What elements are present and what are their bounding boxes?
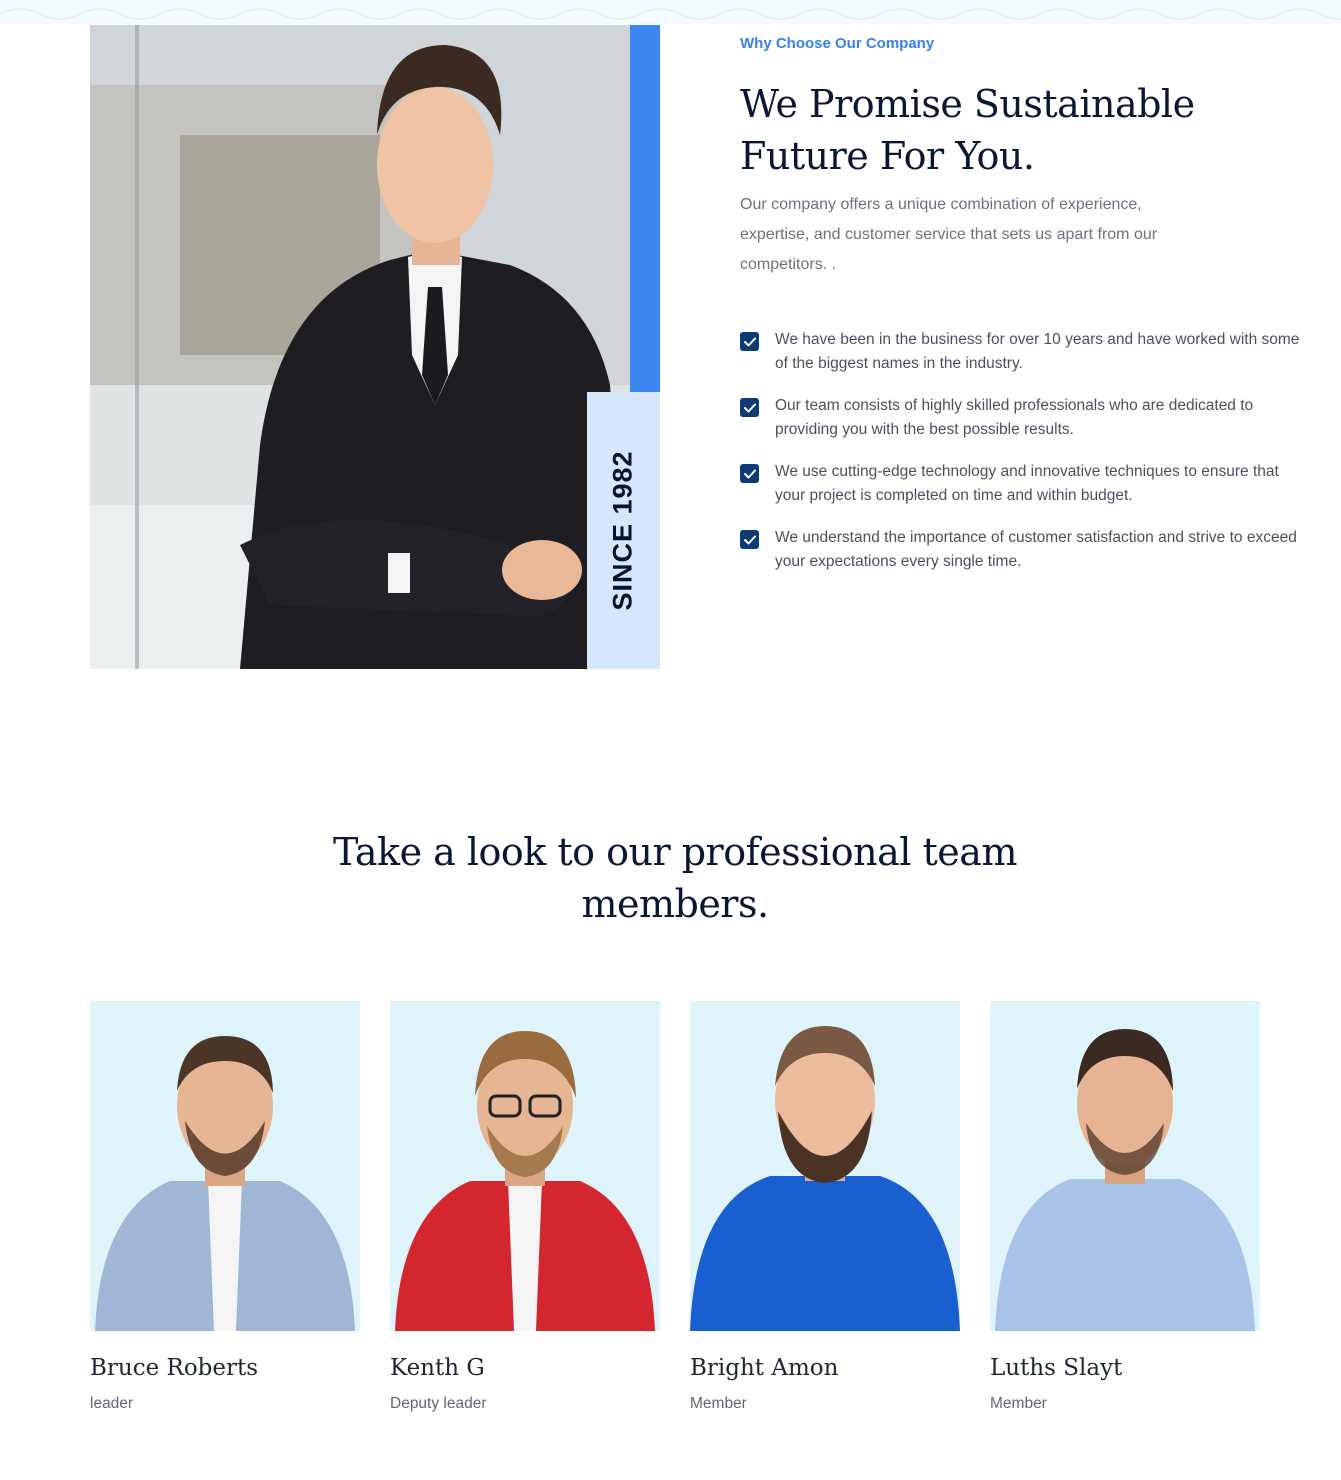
- about-description: Our company offers a unique combination …: [740, 196, 1158, 273]
- team-member-name[interactable]: Kenth G: [390, 1353, 660, 1383]
- team-member-card[interactable]: Luths Slayt Member: [990, 1001, 1260, 1413]
- about-title: We Promise Sustainable Future For You.: [740, 82, 1195, 178]
- checkbox-checked-icon: [740, 530, 759, 549]
- member-shirt: [995, 1179, 1255, 1331]
- team-member-card[interactable]: Kenth G Deputy leader: [390, 1001, 660, 1413]
- accent-blue-bar: [630, 25, 660, 392]
- team-member-name[interactable]: Bruce Roberts: [90, 1353, 360, 1383]
- team-member-name[interactable]: Luths Slayt: [990, 1353, 1260, 1383]
- team-member-role: Deputy leader: [390, 1395, 487, 1412]
- checklist-item-text: Our team consists of highly skilled prof…: [775, 397, 1254, 438]
- team-member-name[interactable]: Bright Amon: [690, 1353, 960, 1383]
- team-member-photo: [690, 1001, 960, 1331]
- team-member-photo: [990, 1001, 1260, 1331]
- checklist-item-text: We have been in the business for over 10…: [775, 331, 1300, 372]
- team-member-card[interactable]: Bright Amon Member: [690, 1001, 960, 1413]
- checkbox-checked-icon: [740, 464, 759, 483]
- checklist-item: We use cutting-edge technology and innov…: [740, 460, 1300, 508]
- top-wave-decoration: [0, 0, 1341, 24]
- businessman-photo: [90, 25, 660, 669]
- team-member-photo: [90, 1001, 360, 1331]
- section-eyebrow: Why Choose Our Company: [740, 35, 935, 52]
- team-member-card[interactable]: Bruce Roberts leader: [90, 1001, 360, 1413]
- team-member-role: leader: [90, 1395, 134, 1412]
- checklist-item: We understand the importance of customer…: [740, 526, 1300, 574]
- team-title: Take a look to our professional team mem…: [333, 830, 1017, 926]
- team-member-role: Member: [990, 1395, 1047, 1412]
- since-badge: SINCE 1982: [608, 450, 638, 611]
- checkbox-checked-icon: [740, 398, 759, 417]
- checklist-item: Our team consists of highly skilled prof…: [740, 394, 1300, 442]
- checklist-item-text: We understand the importance of customer…: [775, 529, 1297, 570]
- team-member-role: Member: [690, 1395, 747, 1412]
- member-shirt: [690, 1176, 960, 1331]
- team-member-photo: [390, 1001, 660, 1331]
- checkbox-checked-icon: [740, 332, 759, 351]
- checklist-item: We have been in the business for over 10…: [740, 328, 1300, 376]
- checklist-item-text: We use cutting-edge technology and innov…: [775, 463, 1279, 504]
- feature-checklist: We have been in the business for over 10…: [740, 328, 1300, 592]
